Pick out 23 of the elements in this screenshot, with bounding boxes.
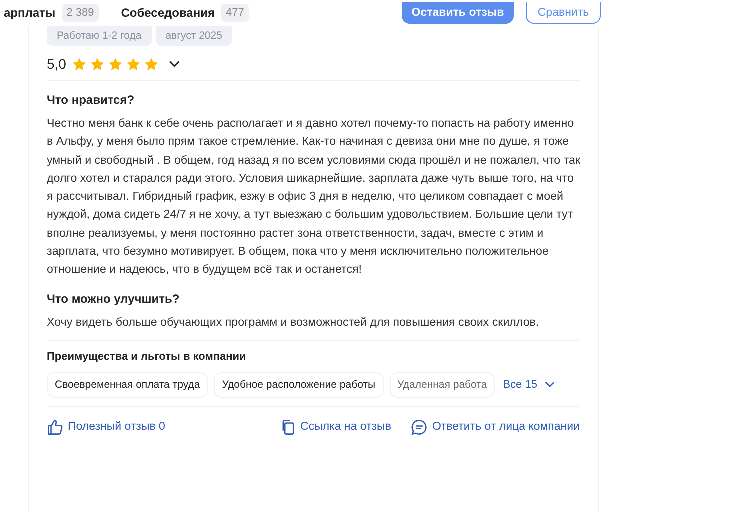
compare-button[interactable]: Сравнить [526, 2, 601, 24]
chat-bubble-icon [411, 418, 428, 436]
benefit-chip: Удаленная работа [390, 372, 496, 398]
review-tag: Работаю 1-2 года [47, 26, 152, 46]
like-link[interactable]: Полезный отзыв 0 [47, 418, 166, 436]
benefit-chip: Своевременная оплата труда [47, 372, 208, 398]
chevron-down-icon [545, 381, 556, 388]
benefit-chip: Удобное расположение работы [214, 372, 384, 398]
review-text: Хочу видеть больше обучающих программ и возможностей для повышения своих скиллов. [47, 314, 540, 331]
chevron-down-icon[interactable] [169, 60, 180, 68]
section-heading: Что нравится? [47, 93, 136, 107]
link-link[interactable]: Ссылка на отзыв [280, 418, 392, 436]
reply-link[interactable]: Ответить от лица компании [411, 418, 580, 436]
show-all-button[interactable]: Все 15 [501, 378, 558, 391]
benefits-heading: Преимущества и льготы в компании [47, 350, 248, 363]
nav-tab[interactable]: арплаты 2 389 [4, 4, 100, 22]
nav-tab[interactable]: Собеседования 477 [121, 4, 250, 22]
leave-review-button[interactable]: Оставить отзыв [402, 2, 514, 24]
review-tag: август 2025 [156, 26, 232, 46]
review-text: Честно меня банк к себе очень располагает и я давно хотел почему-то попасть на работу именно в Альфу, у меня было прям такое стремление. Как-то начиная с девиза они мне по душе, я тоже умный и свободный . В общем, год назад я по всем условиями сюда прошёл и не пожалел, что так долго хотел и старался ради этого. Условия шикарнейшие, зарплата даже чуть выше того, на что я рассчитывал. Гибридный график, езжу в офис 3 дня в неделю, что целиком совпадает с моей нуждой, дома сидеть 24/7 я не хочу, а тут выезжаю с большим удовольствием. Большие цели тут вполне реализуемы, у меня постоянно растет зона ответственности, задач, вместе с этим и зарплата, что безумно мотивирует. В общем, пока что у меня исключительно положительное отношение и надеюсь, что в будущем всё так и останется! [47, 116, 582, 278]
thumbs-up-icon [47, 418, 64, 436]
section-heading: Что можно улучшить? [47, 292, 181, 306]
rating-score: 5,0 [47, 56, 66, 72]
